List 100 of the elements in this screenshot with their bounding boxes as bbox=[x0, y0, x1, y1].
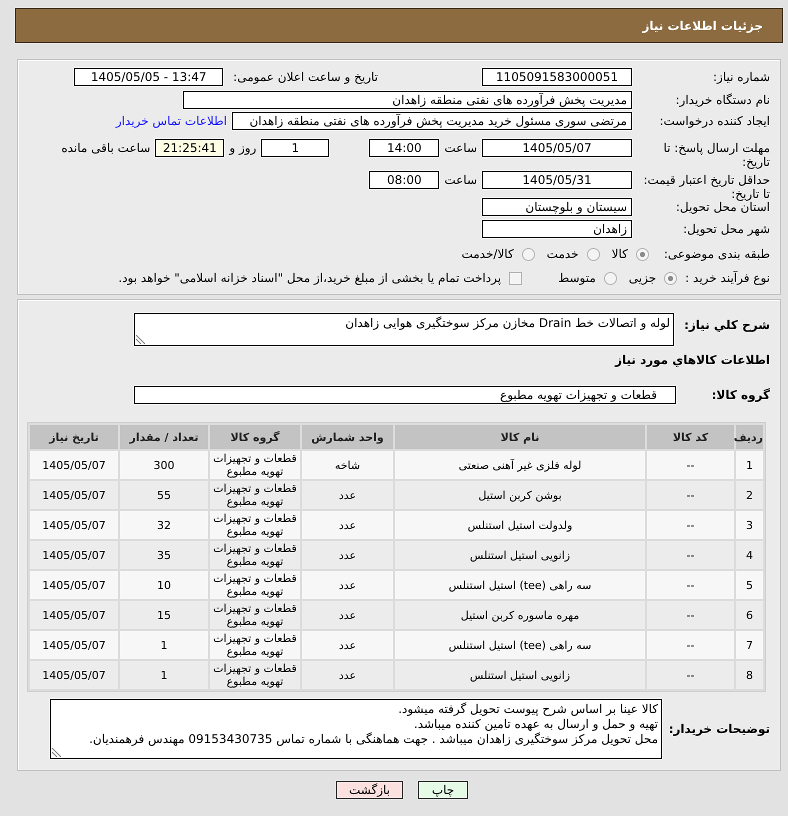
resize-grip-icon[interactable] bbox=[136, 335, 145, 344]
checkbox-label: پرداخت تمام یا بخشی از مبلغ خرید،از محل "اسناد خزانه اسلامی" خواهد بود. bbox=[118, 271, 502, 285]
section-title: اطلاعات کالاهاي مورد نیاز bbox=[614, 352, 770, 368]
table-cell: 55 bbox=[120, 481, 208, 509]
print-button[interactable]: چاپ bbox=[418, 781, 468, 799]
table-cell: 1405/05/07 bbox=[30, 601, 118, 629]
column-header: تاریخ نیاز bbox=[30, 425, 118, 449]
field-label: ایجاد کننده درخواست: bbox=[658, 114, 770, 128]
table-cell: 1 bbox=[120, 661, 208, 689]
radio-button[interactable] bbox=[604, 272, 617, 284]
remaining-time-field[interactable]: 21:25:41 bbox=[155, 139, 224, 157]
table-cell: عدد bbox=[302, 661, 393, 689]
table-cell: 35 bbox=[120, 541, 208, 569]
need-number-field[interactable]: 1105091583000051 bbox=[482, 68, 632, 86]
table-cell: 1405/05/07 bbox=[30, 451, 118, 479]
field-label: ساعت bbox=[444, 140, 477, 157]
table-cell: عدد bbox=[302, 511, 393, 539]
table-cell: قطعات و تجهیزات تهویه مطبوع bbox=[210, 661, 300, 689]
summary-field[interactable]: لوله و اتصالات خط Drain مخازن مرکز سوختگیری هوایی زاهدان bbox=[134, 313, 674, 346]
table-cell: -- bbox=[647, 511, 734, 539]
table-cell: قطعات و تجهیزات تهویه مطبوع bbox=[210, 541, 300, 569]
field-label: طبقه بندی موضوعی: bbox=[664, 247, 770, 261]
radio-button[interactable] bbox=[636, 248, 649, 260]
table-cell: 10 bbox=[120, 571, 208, 599]
radio-button[interactable] bbox=[586, 248, 600, 260]
table-cell: -- bbox=[647, 661, 734, 689]
resize-grip-icon[interactable] bbox=[52, 748, 61, 757]
table-cell: 1405/05/07 bbox=[30, 511, 118, 539]
table-cell: قطعات و تجهیزات تهویه مطبوع bbox=[210, 571, 300, 599]
buyer-org-field[interactable]: مدیریت پخش فرآورده های نفتی منطقه زاهدان bbox=[183, 91, 632, 109]
table-cell: زانویی استیل استنلس bbox=[395, 661, 645, 689]
radio-label: متوسط bbox=[558, 271, 596, 285]
checkbox[interactable] bbox=[509, 272, 522, 284]
days-field[interactable]: 1 bbox=[261, 139, 330, 157]
field-label: شهر محل تحویل: bbox=[682, 222, 770, 236]
field-label: حداقل تاریخ اعتبار قیمت: تا تاریخ: bbox=[642, 172, 770, 201]
table-cell: قطعات و تجهیزات تهویه مطبوع bbox=[210, 481, 300, 509]
table-cell: 300 bbox=[120, 451, 208, 479]
radio-label: کالا/خدمت bbox=[461, 247, 514, 261]
table-cell: 6 bbox=[736, 601, 763, 629]
field-label: شرح کلي نیاز: bbox=[683, 317, 770, 332]
contact-link[interactable]: اطلاعات تماس خریدار bbox=[116, 114, 227, 128]
field-label: مهلت ارسال پاسخ: تا تاریخ: bbox=[662, 140, 770, 169]
table-cell: مهره ماسوره کربن استیل bbox=[395, 601, 645, 629]
field-label: نوع فرآیند خرید : bbox=[685, 271, 770, 285]
table-cell: 4 bbox=[736, 541, 763, 569]
field-label: ساعت باقی مانده bbox=[61, 140, 150, 157]
table-cell: قطعات و تجهیزات تهویه مطبوع bbox=[210, 601, 300, 629]
time-field[interactable]: 14:00 bbox=[369, 139, 440, 157]
table-cell: 3 bbox=[736, 511, 763, 539]
table-cell: لوله فلزی غیر آهنی صنعتی bbox=[395, 451, 645, 479]
table-cell: عدد bbox=[302, 631, 393, 659]
page-title: جزئیات اطلاعات نیاز bbox=[642, 18, 763, 32]
table-cell: قطعات و تجهیزات تهویه مطبوع bbox=[210, 631, 300, 659]
date-field[interactable]: 1405/05/07 bbox=[482, 139, 632, 157]
radio-label: خدمت bbox=[546, 247, 579, 261]
radio-button[interactable] bbox=[522, 248, 535, 260]
table-cell: قطعات و تجهیزات تهویه مطبوع bbox=[210, 451, 300, 479]
back-button[interactable]: بازگشت bbox=[336, 781, 403, 799]
field-label: گروه کالا: bbox=[710, 388, 770, 402]
column-header: تعداد / مقدار bbox=[120, 425, 208, 449]
table-cell: 1405/05/07 bbox=[30, 541, 118, 569]
table-cell: -- bbox=[647, 481, 734, 509]
radio-label: کالا bbox=[612, 247, 628, 261]
table-cell: عدد bbox=[302, 571, 393, 599]
radio-button[interactable] bbox=[664, 272, 678, 284]
table-cell: بوشن کربن استیل bbox=[395, 481, 645, 509]
field-label: ساعت bbox=[444, 172, 477, 189]
province-field[interactable]: سیستان و بلوچستان bbox=[482, 198, 632, 216]
group-field[interactable]: قطعات و تجهیزات تهویه مطبوع bbox=[134, 386, 676, 404]
radio-label: جزیی bbox=[628, 271, 656, 285]
table-cell: -- bbox=[647, 541, 734, 569]
announcement-date-field[interactable]: 1405/05/05 - 13:47 bbox=[74, 68, 224, 86]
city-field[interactable]: زاهدان bbox=[482, 220, 632, 238]
field-label: استان محل تحویل: bbox=[674, 200, 770, 214]
table-cell: عدد bbox=[302, 481, 393, 509]
table-cell: 8 bbox=[736, 661, 763, 689]
field-label: نام دستگاه خریدار: bbox=[674, 93, 770, 107]
table-cell: -- bbox=[647, 631, 734, 659]
table-cell: 1405/05/07 bbox=[30, 661, 118, 689]
date-field[interactable]: 1405/05/31 bbox=[482, 171, 632, 189]
table-cell: -- bbox=[647, 451, 734, 479]
field-label: شماره نیاز: bbox=[712, 70, 770, 84]
column-header: کد کالا bbox=[647, 425, 734, 449]
table-cell: 5 bbox=[736, 571, 763, 599]
table-cell: 1405/05/07 bbox=[30, 631, 118, 659]
table-cell: زانویی استیل استنلس bbox=[395, 541, 645, 569]
notes-field[interactable]: کالا عینا بر اساس شرح پیوست تحویل گرفته میشود. تهیه و حمل و ارسال به عهده تامین کننده میباشد. محل تحویل مرکز سوختگیری زاهدان میباشد . جهت هماهنگی با شماره تماس 09153430735 مهندس فرهمندیان. bbox=[50, 699, 662, 759]
requester-field[interactable]: مرتضی سوری مسئول خرید مدیریت پخش فرآورده های نفتی منطقه زاهدان bbox=[232, 112, 632, 130]
field-label: تاریخ و ساعت اعلان عمومی: bbox=[233, 70, 378, 84]
table-cell: -- bbox=[647, 601, 734, 629]
time-field[interactable]: 08:00 bbox=[369, 171, 440, 189]
table-cell: عدد bbox=[302, 601, 393, 629]
table-cell: سه راهی (tee) استیل استنلس bbox=[395, 571, 645, 599]
table-cell: 1 bbox=[120, 631, 208, 659]
table-cell: ولدولت استیل استنلس bbox=[395, 511, 645, 539]
table-cell: عدد bbox=[302, 541, 393, 569]
table-cell: 32 bbox=[120, 511, 208, 539]
table-cell: شاخه bbox=[302, 451, 393, 479]
table-cell: سه راهی (tee) استیل استنلس bbox=[395, 631, 645, 659]
